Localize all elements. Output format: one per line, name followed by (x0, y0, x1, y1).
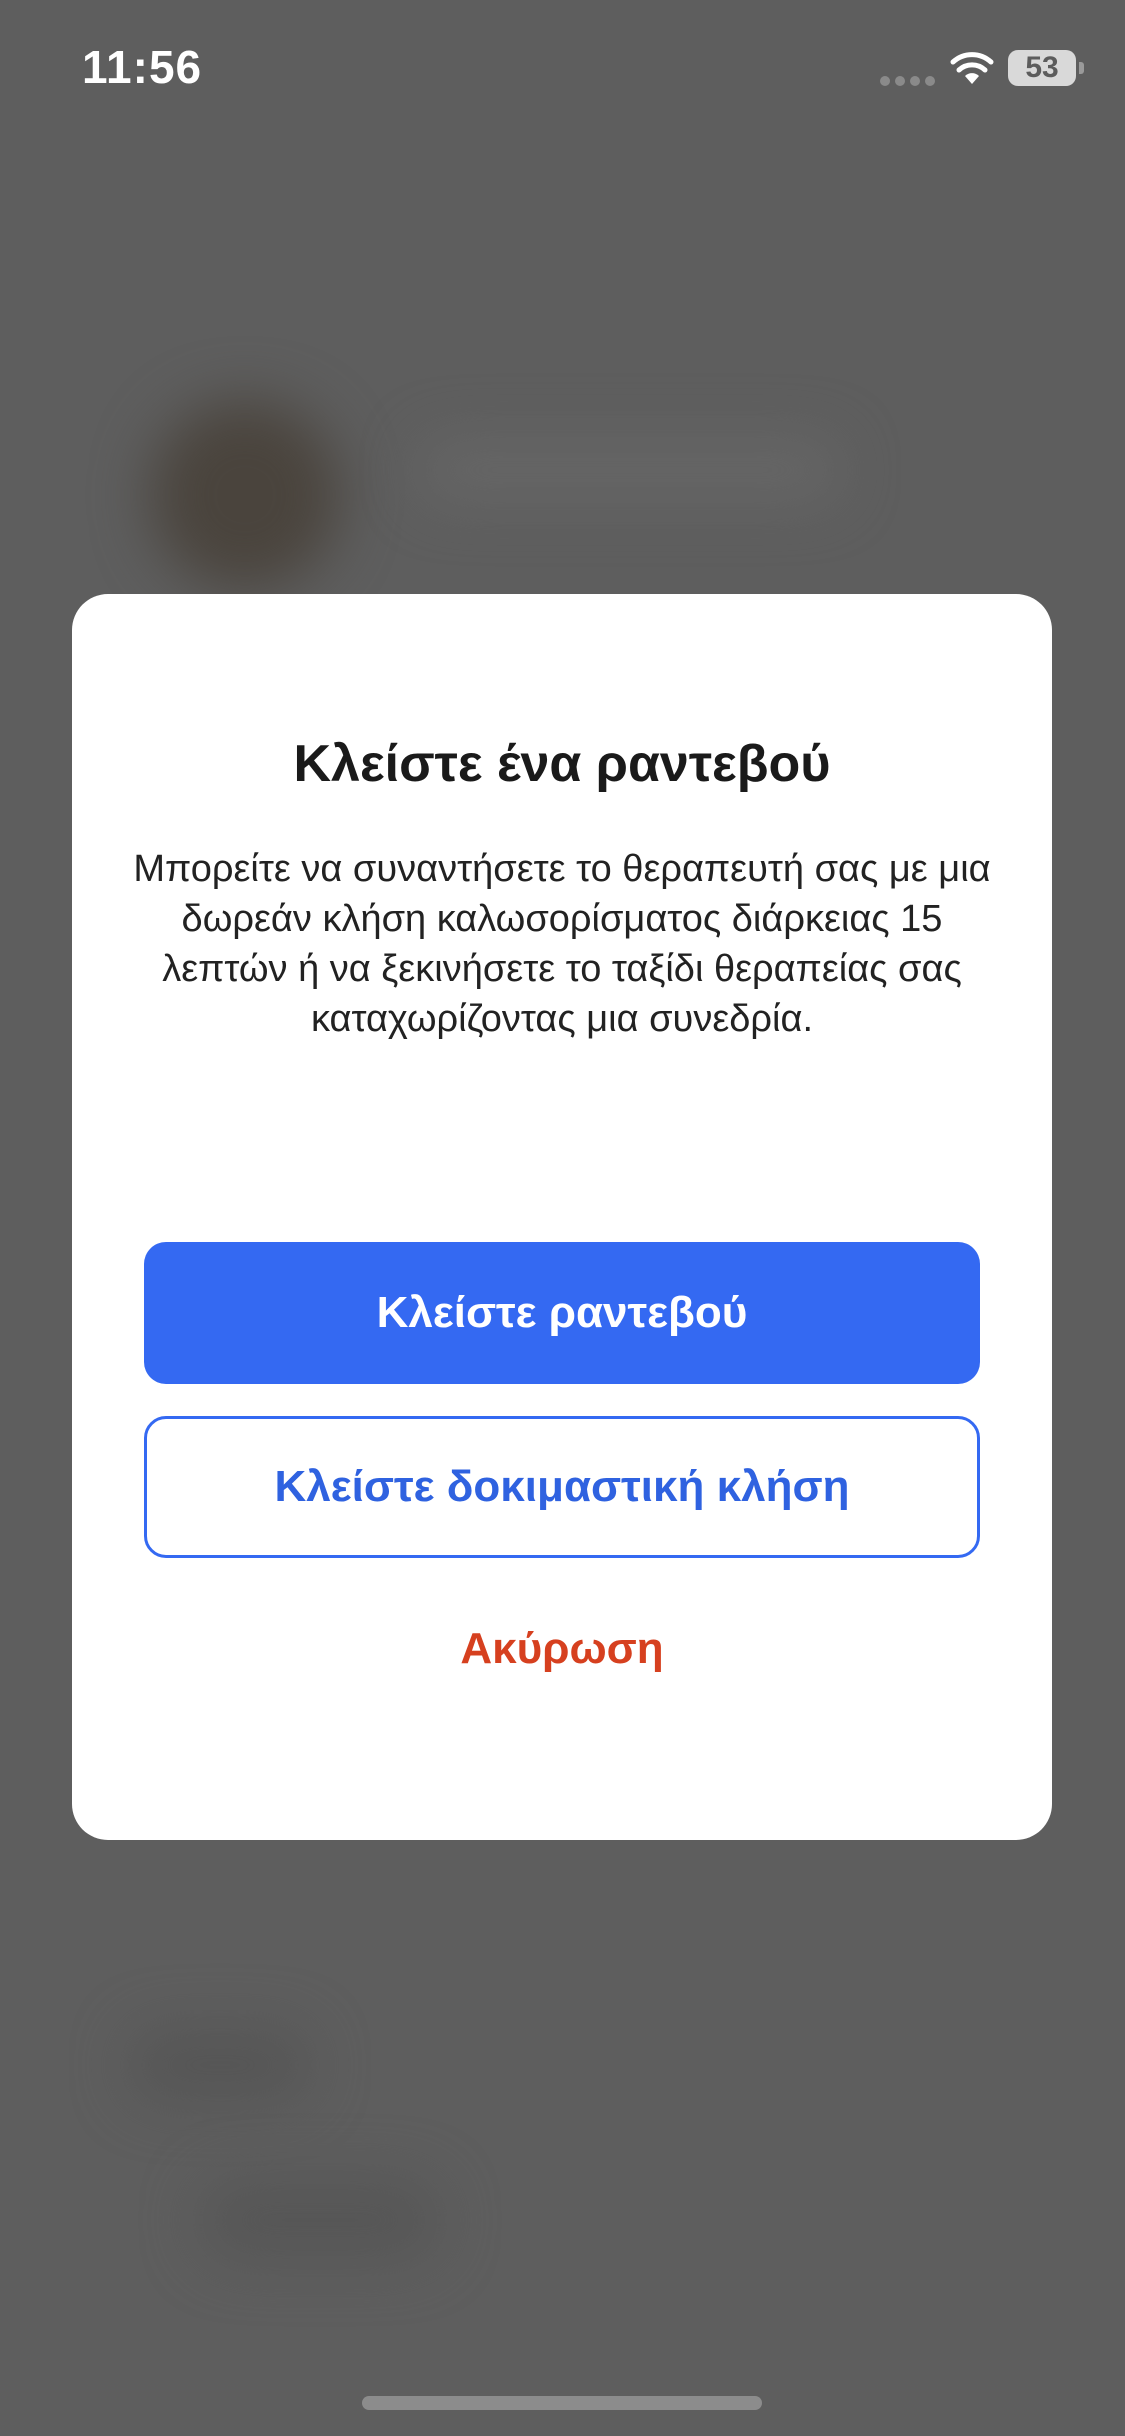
dialog-message: Μπορείτε να συναντήσετε το θεραπευτή σας… (133, 848, 991, 1040)
status-time: 11:56 (82, 41, 203, 93)
background-text-blur (420, 440, 840, 500)
wifi-icon (950, 52, 994, 84)
booking-dialog: Κλείστε ένα ραντεβού Μπορείτε να συναντή… (72, 594, 1052, 1840)
cancel-button[interactable]: Ακύρωση (72, 1624, 1052, 1674)
background-text-blur (130, 2030, 310, 2100)
battery-nub (1079, 62, 1084, 74)
home-indicator[interactable] (362, 2396, 762, 2410)
battery-icon: 53 (1008, 50, 1076, 86)
background-avatar (150, 400, 340, 590)
dialog-title: Κλείστε ένα ραντεβού (293, 735, 831, 793)
book-appointment-button[interactable]: Κλείστε ραντεβού (144, 1242, 980, 1384)
book-trial-call-button[interactable]: Κλείστε δοκιμαστική κλήση (144, 1416, 980, 1558)
background-text-blur (200, 2180, 440, 2260)
status-bar: 11:56 53 (0, 0, 1125, 140)
cellular-signal-icon (880, 76, 936, 86)
